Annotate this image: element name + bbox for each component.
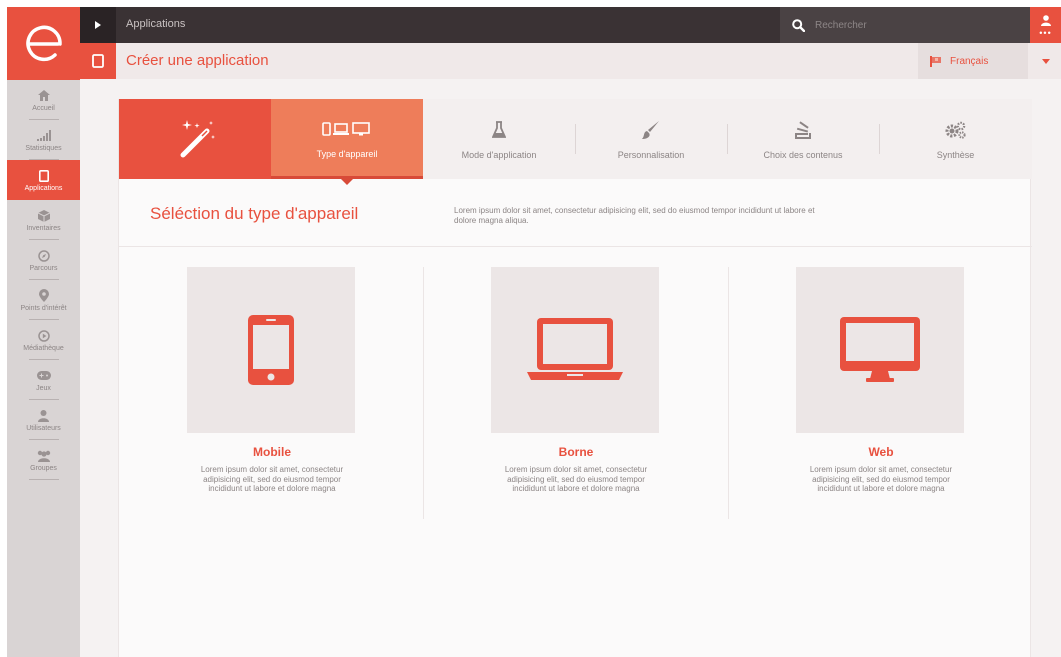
page-icon: [80, 43, 116, 79]
device-name: Mobile: [253, 445, 291, 459]
sidebar-item-label: Groupes: [30, 465, 57, 472]
step-label: Type d'appareil: [316, 148, 378, 159]
sidebar-item-inventaires[interactable]: Inventaires: [7, 200, 80, 240]
sidebar-item-groupes[interactable]: Groupes: [7, 440, 80, 480]
search-box[interactable]: [780, 7, 1030, 43]
sidebar-item-mediatheque[interactable]: Médiathèque: [7, 320, 80, 360]
device-card-borne[interactable]: Borne Lorem ipsum dolor sit amet, consec…: [423, 267, 729, 519]
search-input[interactable]: [815, 19, 995, 31]
device-description: Lorem ipsum dolor sit amet, consectetur …: [200, 465, 344, 493]
sidebar-item-applications[interactable]: Applications: [7, 160, 87, 200]
sidebar-item-label: Utilisateurs: [26, 425, 61, 432]
caret-right-icon: [95, 21, 101, 29]
step-label: Mode d'application: [461, 150, 537, 160]
step-label: Choix des contenus: [763, 150, 843, 160]
sidebar-item-label: Statistiques: [25, 145, 62, 152]
gamepad-icon: [36, 368, 51, 383]
sidebar-item-label: Jeux: [36, 385, 51, 392]
step-personnalisation[interactable]: Personnalisation: [575, 99, 727, 179]
section-header: Séléction du type d'appareil Lorem ipsum…: [119, 179, 1032, 247]
logo[interactable]: [7, 7, 80, 80]
sidebar-item-accueil[interactable]: Accueil: [7, 80, 80, 120]
step-synthese[interactable]: Synthèse: [879, 99, 1032, 179]
top-bar: Applications •••: [80, 7, 1061, 43]
device-thumbnail[interactable]: [796, 267, 964, 433]
user-menu-button[interactable]: •••: [1030, 7, 1061, 43]
language-select[interactable]: Français: [918, 43, 1028, 79]
device-card-mobile[interactable]: Mobile Lorem ipsum dolor sit amet, conse…: [119, 267, 425, 519]
box-icon: [37, 208, 50, 223]
stack-icon: [795, 118, 811, 142]
breadcrumb[interactable]: Applications: [126, 18, 185, 30]
step-label: Synthèse: [936, 150, 975, 160]
mobile-icon: [248, 315, 294, 385]
sidebar-item-label: Applications: [24, 185, 63, 192]
devices-icon: [322, 117, 372, 141]
tablet-icon: [38, 168, 49, 183]
sidebar-item-label: Accueil: [32, 105, 55, 112]
sidebar-toggle-button[interactable]: [80, 7, 116, 43]
tablet-icon: [92, 54, 104, 68]
sidebar-nav: Accueil Statistiques Applications Invent…: [7, 80, 87, 480]
wizard-steps: Type d'appareil Mode d'application Perso…: [119, 99, 1032, 185]
user-icon: [38, 408, 49, 423]
main-content: Type d'appareil Mode d'application Perso…: [80, 79, 1061, 657]
language-label: Français: [950, 55, 989, 67]
device-description: Lorem ipsum dolor sit amet, consectetur …: [809, 465, 953, 493]
step-label: Personnalisation: [617, 150, 685, 160]
page-title: Créer une application: [126, 52, 269, 69]
device-thumbnail[interactable]: [491, 267, 659, 433]
flag-icon: [930, 55, 941, 67]
sidebar-item-jeux[interactable]: Jeux: [7, 360, 80, 400]
gears-icon: [945, 118, 967, 142]
play-icon: [37, 328, 50, 343]
sidebar-item-utilisateurs[interactable]: Utilisateurs: [7, 400, 80, 440]
device-name: Borne: [558, 445, 594, 459]
monitor-icon: [840, 317, 920, 382]
sidebar: Accueil Statistiques Applications Invent…: [7, 7, 87, 657]
sidebar-item-label: Inventaires: [26, 225, 61, 232]
step-type-appareil[interactable]: Type d'appareil: [271, 99, 423, 185]
sidebar-item-label: Parcours: [29, 265, 58, 272]
compass-icon: [37, 248, 50, 263]
user-icon: [1040, 14, 1051, 26]
laptop-icon: [527, 318, 623, 380]
wizard-panel: Type d'appareil Mode d'application Perso…: [118, 99, 1034, 657]
wizard-header-icon: [119, 99, 271, 179]
step-choix-contenus[interactable]: Choix des contenus: [727, 99, 879, 179]
flask-icon: [492, 118, 506, 142]
pin-icon: [38, 288, 49, 303]
caret-down-icon: [1041, 58, 1050, 64]
sidebar-item-points-interet[interactable]: Points d'intérêt: [7, 280, 80, 320]
section-title: Séléction du type d'appareil: [150, 204, 359, 223]
section-description: Lorem ipsum dolor sit amet, consectetur …: [454, 206, 815, 225]
device-thumbnail[interactable]: [187, 267, 355, 433]
sidebar-item-statistiques[interactable]: Statistiques: [7, 120, 80, 160]
magic-wand-icon: [180, 120, 215, 158]
device-card-web[interactable]: Web Lorem ipsum dolor sit amet, consecte…: [728, 267, 1034, 519]
app-window: Accueil Statistiques Applications Invent…: [7, 7, 1061, 657]
step-mode-application[interactable]: Mode d'application: [423, 99, 575, 179]
language-dropdown-button[interactable]: [1030, 43, 1061, 79]
stats-icon: [36, 128, 51, 143]
sidebar-item-label: Points d'intérêt: [20, 305, 67, 312]
device-name: Web: [868, 445, 894, 459]
sidebar-item-parcours[interactable]: Parcours: [7, 240, 80, 280]
page-header: Créer une application Français: [80, 43, 1061, 79]
sidebar-item-label: Médiathèque: [23, 345, 64, 352]
brush-icon: [642, 118, 660, 142]
logo-icon: [25, 25, 62, 61]
home-icon: [37, 88, 50, 103]
search-icon: [792, 18, 805, 32]
more-dots: •••: [1039, 27, 1052, 38]
device-description: Lorem ipsum dolor sit amet, consectetur …: [504, 465, 648, 493]
group-icon: [36, 448, 52, 463]
